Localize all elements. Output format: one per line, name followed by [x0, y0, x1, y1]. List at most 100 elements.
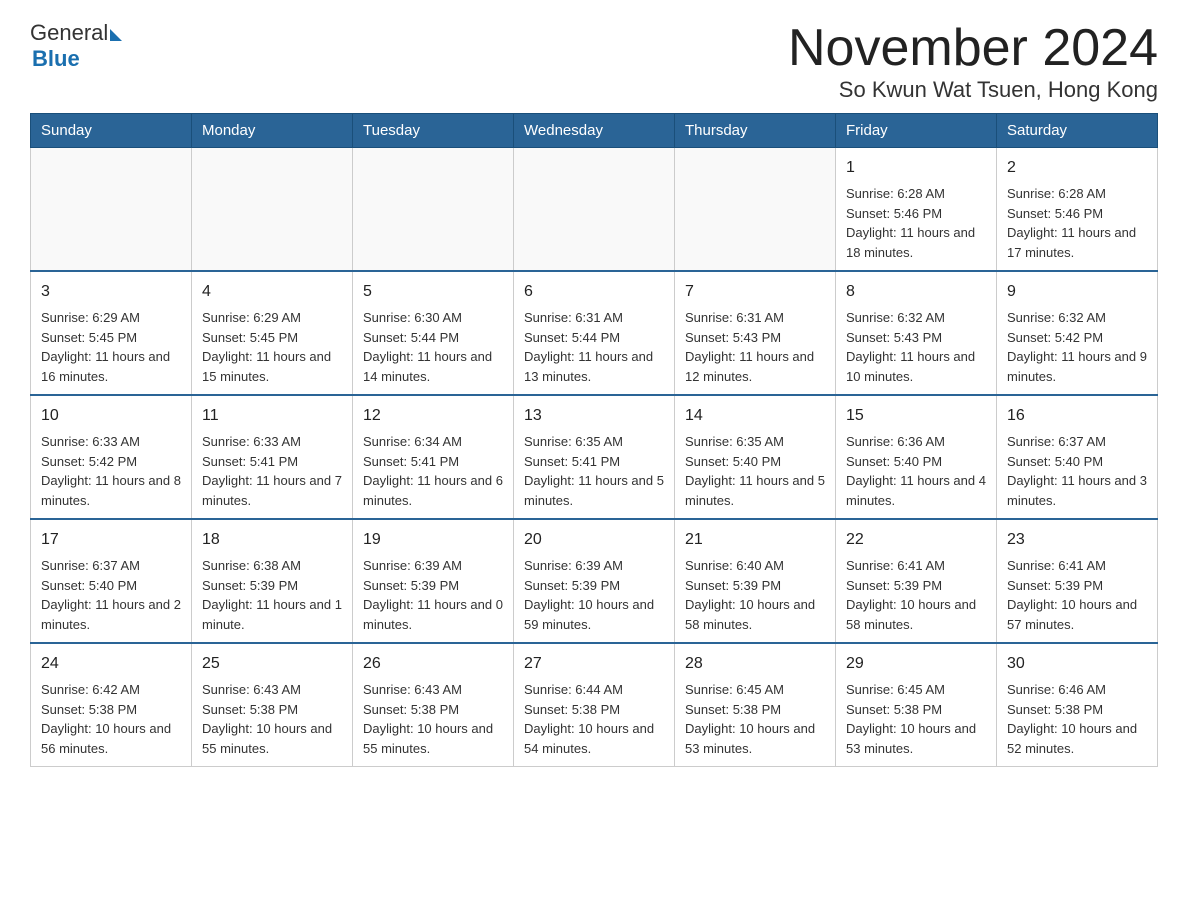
calendar-day-cell: 16 Sunrise: 6:37 AMSunset: 5:40 PMDayligh… [997, 395, 1158, 519]
day-number: 1 [846, 156, 986, 180]
day-info: Sunrise: 6:35 AMSunset: 5:40 PMDaylight:… [685, 432, 825, 510]
calendar-day-cell [675, 148, 836, 272]
day-info: Sunrise: 6:28 AMSunset: 5:46 PMDaylight:… [1007, 184, 1147, 262]
day-info: Sunrise: 6:32 AMSunset: 5:43 PMDaylight:… [846, 308, 986, 386]
calendar-day-cell: 22 Sunrise: 6:41 AMSunset: 5:39 PMDayligh… [836, 519, 997, 643]
day-number: 16 [1007, 404, 1147, 428]
calendar-day-cell [514, 148, 675, 272]
day-number: 2 [1007, 156, 1147, 180]
day-number: 23 [1007, 528, 1147, 552]
day-info: Sunrise: 6:33 AMSunset: 5:41 PMDaylight:… [202, 432, 342, 510]
location-title: So Kwun Wat Tsuen, Hong Kong [788, 77, 1158, 103]
calendar-day-cell: 2 Sunrise: 6:28 AMSunset: 5:46 PMDaylight… [997, 148, 1158, 272]
day-number: 6 [524, 280, 664, 304]
calendar-day-cell: 25 Sunrise: 6:43 AMSunset: 5:38 PMDayligh… [192, 643, 353, 767]
calendar-day-cell [31, 148, 192, 272]
calendar-day-cell: 3Sunrise: 6:29 AMSunset: 5:45 PMDaylight… [31, 271, 192, 395]
page-header: General Blue November 2024 So Kwun Wat T… [30, 20, 1158, 103]
calendar-day-header: Sunday [31, 114, 192, 148]
day-number: 17 [41, 528, 181, 552]
day-info: Sunrise: 6:41 AMSunset: 5:39 PMDaylight:… [1007, 556, 1147, 634]
calendar-day-cell [353, 148, 514, 272]
day-info: Sunrise: 6:33 AMSunset: 5:42 PMDaylight:… [41, 432, 181, 510]
calendar-week-row: 10 Sunrise: 6:33 AMSunset: 5:42 PMDayligh… [31, 395, 1158, 519]
day-info: Sunrise: 6:39 AMSunset: 5:39 PMDaylight:… [524, 556, 664, 634]
day-number: 13 [524, 404, 664, 428]
calendar-day-cell: 12 Sunrise: 6:34 AMSunset: 5:41 PMDayligh… [353, 395, 514, 519]
calendar-day-cell: 24 Sunrise: 6:42 AMSunset: 5:38 PMDayligh… [31, 643, 192, 767]
day-info: Sunrise: 6:32 AMSunset: 5:42 PMDaylight:… [1007, 308, 1147, 386]
day-number: 4 [202, 280, 342, 304]
calendar-day-cell: 9 Sunrise: 6:32 AMSunset: 5:42 PMDaylight… [997, 271, 1158, 395]
calendar-header-row: SundayMondayTuesdayWednesdayThursdayFrid… [31, 114, 1158, 148]
calendar-day-cell: 4 Sunrise: 6:29 AMSunset: 5:45 PMDaylight… [192, 271, 353, 395]
day-number: 26 [363, 652, 503, 676]
day-info: Sunrise: 6:31 AMSunset: 5:44 PMDaylight:… [524, 308, 664, 386]
calendar-day-header: Thursday [675, 114, 836, 148]
calendar-day-header: Wednesday [514, 114, 675, 148]
logo-general-text: General [30, 20, 108, 46]
calendar-day-cell: 15 Sunrise: 6:36 AMSunset: 5:40 PMDayligh… [836, 395, 997, 519]
day-number: 14 [685, 404, 825, 428]
day-number: 9 [1007, 280, 1147, 304]
calendar-day-cell: 6 Sunrise: 6:31 AMSunset: 5:44 PMDaylight… [514, 271, 675, 395]
day-info: Sunrise: 6:45 AMSunset: 5:38 PMDaylight:… [846, 680, 986, 758]
day-number: 24 [41, 652, 181, 676]
calendar-day-header: Friday [836, 114, 997, 148]
calendar-day-cell: 20 Sunrise: 6:39 AMSunset: 5:39 PMDayligh… [514, 519, 675, 643]
logo-arrow-icon [110, 29, 122, 41]
calendar-day-cell [192, 148, 353, 272]
calendar-week-row: 24 Sunrise: 6:42 AMSunset: 5:38 PMDayligh… [31, 643, 1158, 767]
day-number: 12 [363, 404, 503, 428]
day-number: 19 [363, 528, 503, 552]
calendar-day-cell: 8 Sunrise: 6:32 AMSunset: 5:43 PMDaylight… [836, 271, 997, 395]
day-number: 7 [685, 280, 825, 304]
calendar-day-cell: 28 Sunrise: 6:45 AMSunset: 5:38 PMDayligh… [675, 643, 836, 767]
month-title: November 2024 [788, 20, 1158, 77]
day-number: 25 [202, 652, 342, 676]
day-number: 29 [846, 652, 986, 676]
day-info: Sunrise: 6:34 AMSunset: 5:41 PMDaylight:… [363, 432, 503, 510]
calendar-day-cell: 30 Sunrise: 6:46 AMSunset: 5:38 PMDayligh… [997, 643, 1158, 767]
calendar-day-cell: 19Sunrise: 6:39 AMSunset: 5:39 PMDayligh… [353, 519, 514, 643]
day-number: 8 [846, 280, 986, 304]
day-number: 28 [685, 652, 825, 676]
day-info: Sunrise: 6:41 AMSunset: 5:39 PMDaylight:… [846, 556, 986, 634]
calendar-day-cell: 7Sunrise: 6:31 AMSunset: 5:43 PMDaylight… [675, 271, 836, 395]
day-info: Sunrise: 6:42 AMSunset: 5:38 PMDaylight:… [41, 680, 181, 758]
day-info: Sunrise: 6:37 AMSunset: 5:40 PMDaylight:… [1007, 432, 1147, 510]
calendar-day-cell: 17 Sunrise: 6:37 AMSunset: 5:40 PMDayligh… [31, 519, 192, 643]
day-info: Sunrise: 6:29 AMSunset: 5:45 PMDaylight:… [202, 308, 342, 386]
day-number: 27 [524, 652, 664, 676]
day-number: 5 [363, 280, 503, 304]
calendar-day-cell: 13 Sunrise: 6:35 AMSunset: 5:41 PMDayligh… [514, 395, 675, 519]
calendar-day-cell: 27Sunrise: 6:44 AMSunset: 5:38 PMDayligh… [514, 643, 675, 767]
calendar-day-cell: 26Sunrise: 6:43 AMSunset: 5:38 PMDayligh… [353, 643, 514, 767]
day-number: 30 [1007, 652, 1147, 676]
day-number: 3 [41, 280, 181, 304]
day-number: 21 [685, 528, 825, 552]
day-info: Sunrise: 6:46 AMSunset: 5:38 PMDaylight:… [1007, 680, 1147, 758]
calendar-week-row: 17 Sunrise: 6:37 AMSunset: 5:40 PMDayligh… [31, 519, 1158, 643]
day-number: 20 [524, 528, 664, 552]
calendar-day-cell: 29 Sunrise: 6:45 AMSunset: 5:38 PMDayligh… [836, 643, 997, 767]
calendar-day-cell: 11 Sunrise: 6:33 AMSunset: 5:41 PMDayligh… [192, 395, 353, 519]
calendar-day-cell: 21 Sunrise: 6:40 AMSunset: 5:39 PMDayligh… [675, 519, 836, 643]
day-info: Sunrise: 6:35 AMSunset: 5:41 PMDaylight:… [524, 432, 664, 510]
day-info: Sunrise: 6:36 AMSunset: 5:40 PMDaylight:… [846, 432, 986, 510]
day-info: Sunrise: 6:30 AMSunset: 5:44 PMDaylight:… [363, 308, 503, 386]
calendar-day-cell: 5 Sunrise: 6:30 AMSunset: 5:44 PMDaylight… [353, 271, 514, 395]
calendar-day-cell: 14 Sunrise: 6:35 AMSunset: 5:40 PMDayligh… [675, 395, 836, 519]
day-number: 15 [846, 404, 986, 428]
day-info: Sunrise: 6:43 AMSunset: 5:38 PMDaylight:… [202, 680, 342, 758]
day-info: Sunrise: 6:45 AMSunset: 5:38 PMDaylight:… [685, 680, 825, 758]
day-info: Sunrise: 6:40 AMSunset: 5:39 PMDaylight:… [685, 556, 825, 634]
calendar-day-cell: 10 Sunrise: 6:33 AMSunset: 5:42 PMDayligh… [31, 395, 192, 519]
logo[interactable]: General Blue [30, 20, 122, 72]
day-number: 22 [846, 528, 986, 552]
day-info: Sunrise: 6:37 AMSunset: 5:40 PMDaylight:… [41, 556, 181, 634]
calendar-day-header: Monday [192, 114, 353, 148]
day-number: 11 [202, 404, 342, 428]
day-number: 18 [202, 528, 342, 552]
day-number: 10 [41, 404, 181, 428]
